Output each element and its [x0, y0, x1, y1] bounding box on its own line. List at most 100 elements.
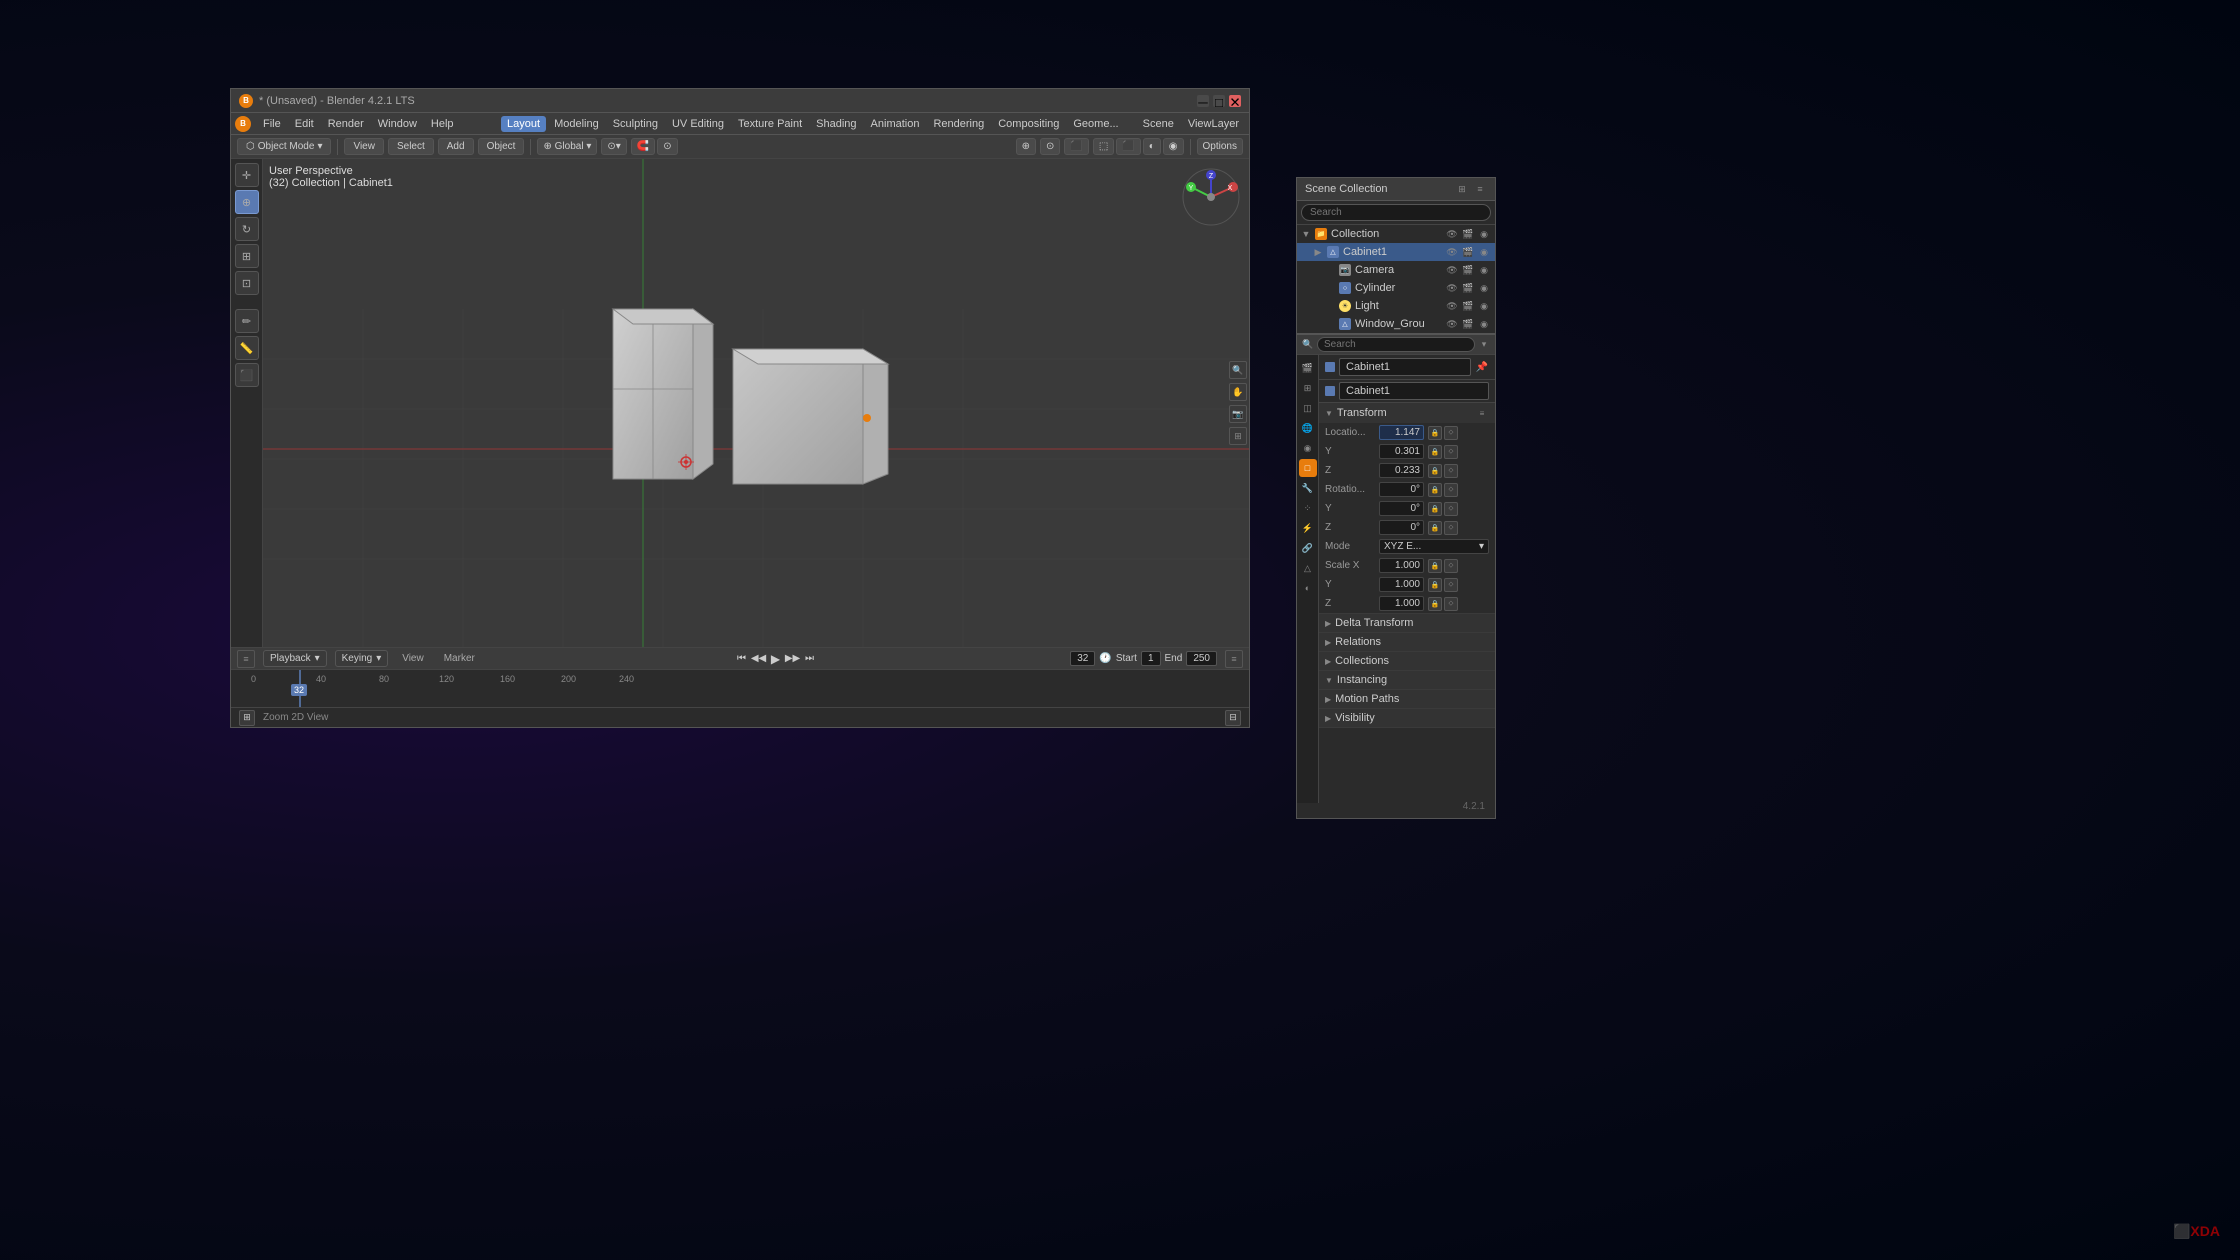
scale-tool[interactable]: ⊞ [235, 244, 259, 268]
workspace-layout[interactable]: Layout [501, 116, 546, 132]
material-mode[interactable]: ◐ [1143, 138, 1161, 155]
svg-text:X: X [1228, 185, 1233, 192]
cabinet-left-svg [603, 299, 723, 489]
xda-watermark: ⬛XDA [2173, 1223, 2220, 1240]
wireframe-mode[interactable]: ⬚ [1093, 138, 1114, 155]
end-frame-field[interactable]: 250 [1186, 651, 1217, 666]
timeline-ruler[interactable]: 0 40 80 120 160 200 240 32 ⊞ Zoom 2D Vie… [231, 670, 1249, 727]
gizmo-svg: X Y Z [1181, 167, 1241, 227]
end-label: End [1165, 653, 1183, 664]
viewlayer-selector[interactable]: ViewLayer [1182, 116, 1245, 132]
toolbar-separator-1 [337, 139, 338, 155]
workspace-shading[interactable]: Shading [810, 116, 862, 132]
next-frame-btn[interactable]: ▶▶ [786, 652, 800, 666]
title-bar-controls: ─ □ ✕ [1197, 95, 1241, 107]
keying-menu[interactable]: Keying ▾ [335, 650, 389, 667]
menu-render[interactable]: Render [322, 116, 370, 132]
origin-svg [678, 454, 694, 470]
workspace-modeling[interactable]: Modeling [548, 116, 605, 132]
snap-button[interactable]: 🧲 [631, 138, 655, 155]
proportional-edit[interactable]: ⊙ [657, 138, 677, 155]
svg-text:Z: Z [1209, 173, 1214, 180]
menu-logo: B [235, 116, 251, 132]
zoom-label: Zoom 2D View [263, 712, 328, 723]
current-frame-indicator: 32 [291, 684, 307, 696]
gizmo-toggle[interactable]: ⊕ [1016, 138, 1036, 155]
transform-tool[interactable]: ⊡ [235, 271, 259, 295]
menu-file[interactable]: File [257, 116, 287, 132]
nav-gizmo: X Y Z [1181, 167, 1241, 227]
solid-mode[interactable]: ⬛ [1116, 138, 1140, 155]
annotate-tool[interactable]: ✏ [235, 309, 259, 333]
start-frame-field[interactable]: 1 [1141, 651, 1161, 666]
add-object-tool[interactable]: ⬛ [235, 363, 259, 387]
measure-tool[interactable]: 📏 [235, 336, 259, 360]
frame-200: 200 [561, 674, 576, 684]
title-bar: B * (Unsaved) - Blender 4.2.1 LTS ─ □ ✕ [231, 89, 1249, 113]
select-menu[interactable]: Select [388, 138, 434, 155]
workspace-animation[interactable]: Animation [865, 116, 926, 132]
overlay-toggle[interactable]: ⊙ [1040, 138, 1060, 155]
xray-toggle[interactable]: ⬛ [1064, 138, 1088, 155]
viewport-collection-info: (32) Collection | Cabinet1 [269, 177, 393, 189]
viewport-grid-btn[interactable]: ⊞ [1229, 427, 1247, 445]
current-frame-field[interactable]: 32 [1070, 651, 1095, 666]
workspace-geometry[interactable]: Geome... [1067, 116, 1124, 132]
prev-frame-btn[interactable]: ◀◀ [752, 652, 766, 666]
minimize-button[interactable]: ─ [1197, 95, 1209, 107]
viewport-hand-btn[interactable]: ✋ [1229, 383, 1247, 401]
menu-help[interactable]: Help [425, 116, 460, 132]
workspace-rendering[interactable]: Rendering [927, 116, 990, 132]
toolbar-separator-3 [1190, 139, 1191, 155]
menu-bar: B File Edit Render Window Help Layout Mo… [231, 113, 1249, 135]
frame-numbers: 0 40 80 120 160 200 240 [231, 672, 1249, 686]
frame-0: 0 [251, 674, 256, 684]
workspace-texture-paint[interactable]: Texture Paint [732, 116, 808, 132]
timeline-options-btn[interactable]: ≡ [1225, 650, 1243, 668]
frame-120: 120 [439, 674, 454, 684]
timeline-collapse-btn[interactable]: ⊟ [1225, 710, 1241, 726]
timeline-menu-icon[interactable]: ≡ [237, 650, 255, 668]
jump-start-btn[interactable]: ⏮ [735, 652, 749, 666]
jump-end-btn[interactable]: ⏭ [803, 652, 817, 666]
selection-dot [863, 414, 871, 422]
menu-edit[interactable]: Edit [289, 116, 320, 132]
viewport-zoom-btn[interactable]: 🔍 [1229, 361, 1247, 379]
object-menu[interactable]: Object [478, 138, 525, 155]
viewport-3d[interactable]: User Perspective (32) Collection | Cabin… [263, 159, 1249, 647]
rendered-mode[interactable]: ◉ [1163, 138, 1184, 155]
play-btn[interactable]: ▶ [769, 652, 783, 666]
workspace-sculpting[interactable]: Sculpting [607, 116, 664, 132]
blender-window: B * (Unsaved) - Blender 4.2.1 LTS ─ □ ✕ … [230, 88, 1250, 728]
pivot-selector[interactable]: ⊙▾ [601, 138, 626, 155]
frame-80: 80 [379, 674, 389, 684]
view-menu[interactable]: View [344, 138, 384, 155]
workspace-compositing[interactable]: Compositing [992, 116, 1065, 132]
playback-menu[interactable]: Playback ▾ [263, 650, 327, 667]
viewport-side-buttons: 🔍 ✋ 📷 ⊞ [1229, 361, 1247, 445]
mode-icon: ⬡ [246, 141, 255, 152]
toolbar-separator-2 [530, 139, 531, 155]
scene-selector[interactable]: Scene [1137, 116, 1180, 132]
viewport-shading: ⬚ ⬛ ◐ ◉ [1093, 138, 1184, 155]
viewport-camera-btn[interactable]: 📷 [1229, 405, 1247, 423]
timeline-expand-btn[interactable]: ⊞ [239, 710, 255, 726]
frame-160: 160 [500, 674, 515, 684]
cursor-tool[interactable]: ✛ [235, 163, 259, 187]
workspace-uv-editing[interactable]: UV Editing [666, 116, 730, 132]
marker-menu[interactable]: Marker [438, 651, 481, 666]
blender-logo: B [239, 94, 253, 108]
options-button[interactable]: Options [1197, 138, 1243, 155]
mode-selector[interactable]: ⬡ Object Mode ▾ [237, 138, 331, 155]
orientation-selector[interactable]: ⊕ Global ▾ [537, 138, 597, 155]
playback-label: Playback [270, 653, 311, 664]
left-toolbox: ✛ ⊕ ↻ ⊞ ⊡ ✏ 📏 ⬛ [231, 159, 263, 647]
menu-window[interactable]: Window [372, 116, 423, 132]
add-menu[interactable]: Add [438, 138, 474, 155]
rotate-tool[interactable]: ↻ [235, 217, 259, 241]
move-tool[interactable]: ⊕ [235, 190, 259, 214]
maximize-button[interactable]: □ [1213, 95, 1225, 107]
view-menu-timeline[interactable]: View [396, 651, 430, 666]
svg-text:Y: Y [1189, 185, 1194, 192]
close-button[interactable]: ✕ [1229, 95, 1241, 107]
